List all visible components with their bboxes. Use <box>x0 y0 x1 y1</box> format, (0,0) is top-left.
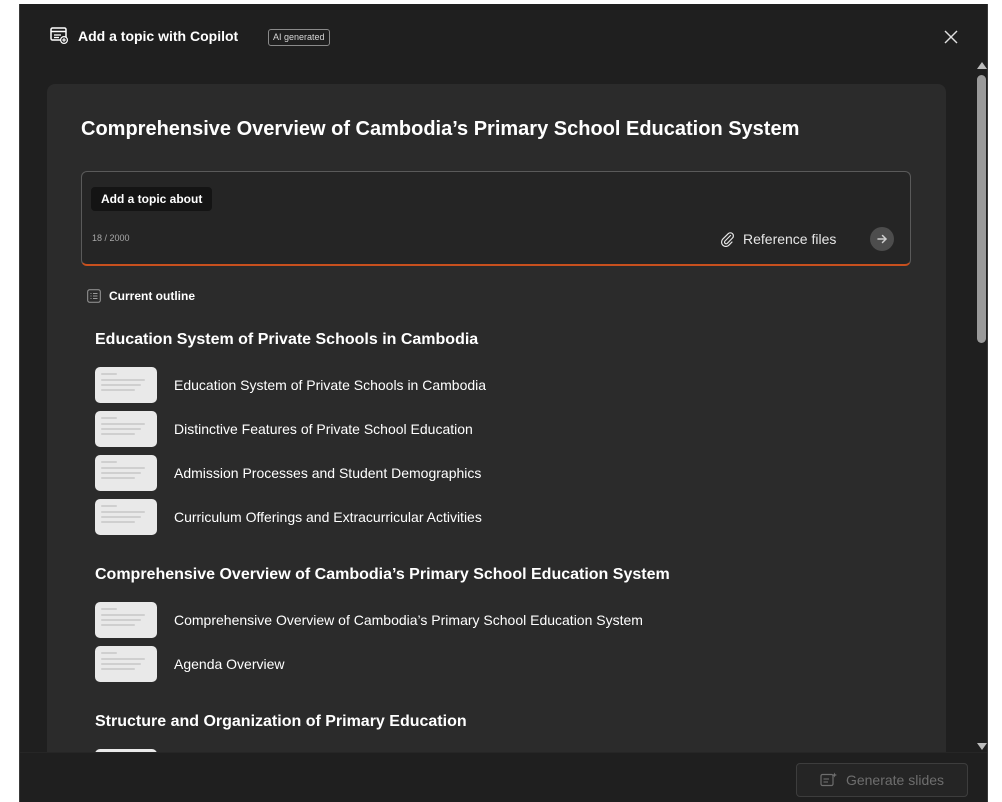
slide-thumbnail <box>95 602 157 638</box>
vertical-scrollbar[interactable] <box>974 60 987 752</box>
topic-card: Comprehensive Overview of Cambodia’s Pri… <box>47 84 946 752</box>
outline-slide-item[interactable]: Curriculum Offerings and Extracurricular… <box>95 499 895 535</box>
generate-slides-button[interactable]: Generate slides <box>796 763 968 797</box>
slide-thumbnail <box>95 411 157 447</box>
paperclip-icon <box>720 232 734 247</box>
outline-slide-item[interactable]: Admission Processes and Student Demograp… <box>95 455 895 491</box>
send-button[interactable] <box>870 227 894 251</box>
generate-slides-label: Generate slides <box>845 772 945 788</box>
topic-prompt-input[interactable]: Add a topic about 18 / 2000 Reference fi… <box>81 171 911 266</box>
copilot-dialog: Add a topic with Copilot AI generated Co… <box>19 4 988 802</box>
outline-section-heading[interactable]: Structure and Organization of Primary Ed… <box>95 713 467 731</box>
reference-files-button[interactable]: Reference files <box>719 228 836 250</box>
close-icon[interactable] <box>940 26 962 48</box>
dialog-title: Add a topic with Copilot <box>78 28 239 44</box>
outline-slide-item[interactable]: Distinctive Features of Private School E… <box>95 411 895 447</box>
outline-section-heading[interactable]: Comprehensive Overview of Cambodia’s Pri… <box>95 566 670 584</box>
slide-title: Comprehensive Overview of Cambodia’s Pri… <box>174 612 643 628</box>
slide-title: Curriculum Offerings and Extracurricular… <box>174 509 482 525</box>
slide-title: Agenda Overview <box>174 656 285 672</box>
outline-slide-item[interactable]: Education System of Private Schools in C… <box>95 367 895 403</box>
slides-sparkle-icon <box>820 772 837 787</box>
slide-title: Admission Processes and Student Demograp… <box>174 465 482 481</box>
dialog-content: Comprehensive Overview of Cambodia’s Pri… <box>20 60 987 752</box>
scroll-up-arrow-icon[interactable] <box>977 62 987 69</box>
slide-thumbnail <box>95 499 157 535</box>
add-topic-icon <box>50 27 68 44</box>
current-outline-label: Current outline <box>87 289 195 303</box>
outline-section-heading[interactable]: Education System of Private Schools in C… <box>95 331 478 349</box>
scrollbar-thumb[interactable] <box>977 75 986 343</box>
slide-thumbnail <box>95 367 157 403</box>
list-icon <box>87 289 101 303</box>
scroll-down-arrow-icon[interactable] <box>977 743 987 750</box>
outline-slide-item[interactable]: Comprehensive Overview of Cambodia’s Pri… <box>95 602 895 638</box>
arrow-right-icon <box>877 234 887 244</box>
slide-title: Distinctive Features of Private School E… <box>174 421 473 437</box>
outline-slide-item[interactable]: Agenda Overview <box>95 646 895 682</box>
page-title: Comprehensive Overview of Cambodia’s Pri… <box>81 118 800 140</box>
slide-title: Education System of Private Schools in C… <box>174 377 487 393</box>
dialog-footer: Generate slides <box>20 752 987 802</box>
ai-generated-badge: AI generated <box>268 29 330 46</box>
current-outline-text: Current outline <box>109 289 195 303</box>
slide-thumbnail <box>95 646 157 682</box>
character-count: 18 / 2000 <box>92 233 130 243</box>
prompt-chip[interactable]: Add a topic about <box>91 187 213 211</box>
reference-files-label: Reference files <box>743 231 837 247</box>
slide-thumbnail <box>95 455 157 491</box>
